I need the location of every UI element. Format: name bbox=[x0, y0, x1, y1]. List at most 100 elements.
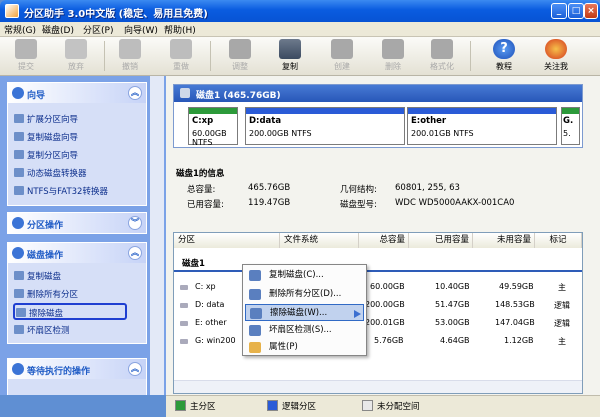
pending-ops-header[interactable]: 等待执行的操作 ︽ bbox=[8, 359, 146, 379]
model-label: 磁盘型号: bbox=[340, 200, 377, 210]
disk-partition-c[interactable]: C:xp 60.00GB NTFS bbox=[188, 107, 238, 147]
disk-partition-e[interactable]: E:other 200.01GB NTFS bbox=[407, 107, 557, 145]
menu-disk[interactable]: 磁盘(D) bbox=[42, 23, 74, 36]
legend-swatch bbox=[175, 400, 186, 411]
resize-button[interactable]: 调整 bbox=[222, 39, 258, 74]
wizard-item-icon bbox=[14, 150, 24, 159]
disk-icon bbox=[180, 88, 190, 98]
wipe-disk-icon bbox=[16, 308, 26, 317]
check-icon bbox=[15, 39, 37, 59]
legend-bar: 主分区 逻辑分区 未分配空间 bbox=[166, 395, 600, 417]
disk-op-delete-all[interactable]: 删除所有分区 bbox=[14, 288, 78, 300]
ctx-bad-sector-check[interactable]: 坏扇区检测(S)... bbox=[245, 322, 364, 339]
resize-disk-icon bbox=[229, 39, 251, 59]
discard-button[interactable]: 放弃 bbox=[58, 39, 94, 74]
disk-ops-header[interactable]: 磁盘操作 ︽ bbox=[8, 243, 146, 263]
wizard-dynamic-disk[interactable]: 动态磁盘转换器 bbox=[14, 167, 87, 179]
menu-general[interactable]: 常规(G) bbox=[4, 23, 36, 36]
delete-all-icon bbox=[249, 289, 261, 300]
column-header-filesystem[interactable]: 文件系统 bbox=[280, 233, 359, 248]
column-header-flag[interactable]: 标记 bbox=[535, 233, 582, 248]
minimize-button[interactable]: _ bbox=[551, 3, 567, 19]
wizard-extend-partition[interactable]: 扩展分区向导 bbox=[14, 113, 78, 125]
disk-map-header[interactable]: 磁盘1 (465.76GB) bbox=[174, 85, 582, 102]
delete-all-icon bbox=[14, 289, 24, 298]
ctx-properties[interactable]: 属性(P) bbox=[245, 339, 364, 356]
chevron-up-icon[interactable]: ︽ bbox=[128, 86, 142, 100]
logical-partition-stripe bbox=[408, 108, 556, 114]
table-hscrollbar[interactable] bbox=[174, 380, 582, 393]
partition-ops-icon bbox=[12, 217, 24, 229]
total-value: 465.76GB bbox=[248, 183, 291, 193]
copy-disk-icon bbox=[14, 271, 24, 280]
ctx-wipe-disk[interactable]: 擦除磁盘(W)... bbox=[245, 304, 364, 321]
app-icon bbox=[5, 4, 19, 18]
tutorial-button[interactable]: ? 教程 bbox=[486, 39, 522, 74]
disk-op-copy-disk[interactable]: 复制磁盘 bbox=[14, 270, 61, 282]
partition-icon bbox=[180, 339, 188, 344]
disk-ops-icon bbox=[12, 247, 24, 259]
toolbar-separator bbox=[210, 41, 211, 71]
delete-button[interactable]: 删除 bbox=[375, 39, 411, 74]
submit-button[interactable]: 提交 bbox=[8, 39, 44, 74]
menu-bar: 常规(G) 磁盘(D) 分区(P) 向导(W) 帮助(H) bbox=[0, 22, 600, 37]
copy-button[interactable]: 复制 bbox=[272, 39, 308, 74]
disk-partition-g[interactable]: G. 5. bbox=[561, 107, 580, 145]
partition-icon bbox=[180, 303, 188, 308]
wizard-copy-partition[interactable]: 复制分区向导 bbox=[14, 149, 78, 161]
chevron-down-icon[interactable]: ︾ bbox=[128, 216, 142, 230]
close-button[interactable]: × bbox=[584, 3, 598, 19]
title-bar: 分区助手 3.0中文版 (稳定、易用且免费) _ □ × bbox=[0, 0, 600, 22]
disk-info: 磁盘1的信息 总容量: 465.76GB 已用容量: 119.47GB 几何结构… bbox=[173, 165, 583, 225]
bad-sector-icon bbox=[249, 325, 261, 336]
format-button[interactable]: 格式化 bbox=[424, 39, 460, 74]
partition-ops-header[interactable]: 分区操作 ︾ bbox=[8, 213, 146, 233]
wizard-item-icon bbox=[14, 132, 24, 141]
table-group-disk1[interactable]: 磁盘1 bbox=[174, 257, 582, 272]
wizard-ntfs-fat32[interactable]: NTFS与FAT32转换器 bbox=[14, 185, 108, 197]
chevron-up-icon[interactable]: ︽ bbox=[128, 362, 142, 376]
legend-swatch bbox=[362, 400, 373, 411]
model-value: WDC WD5000AAKX-001CA0 bbox=[395, 198, 515, 208]
partition-table: 分区 文件系统 总容量 已用容量 未用容量 标记 磁盘1 C: xp 60.00… bbox=[173, 232, 583, 394]
wizard-item-icon bbox=[14, 168, 24, 177]
column-header-free[interactable]: 未用容量 bbox=[473, 233, 535, 248]
wizard-icon bbox=[12, 87, 24, 99]
x-icon bbox=[65, 39, 87, 59]
wizard-panel: 向导 ︽ 扩展分区向导 复制磁盘向导 复制分区向导 动态磁盘转换器 NTFS与F… bbox=[7, 82, 147, 206]
pending-ops-icon bbox=[12, 363, 24, 375]
column-header-used[interactable]: 已用容量 bbox=[409, 233, 473, 248]
column-header-partition[interactable]: 分区 bbox=[174, 233, 280, 248]
column-header-total[interactable]: 总容量 bbox=[359, 233, 409, 248]
chevron-up-icon[interactable]: ︽ bbox=[128, 246, 142, 260]
disk-partition-d[interactable]: D:data 200.00GB NTFS bbox=[245, 107, 405, 145]
task-pane: 向导 ︽ 扩展分区向导 复制磁盘向导 复制分区向导 动态磁盘转换器 NTFS与F… bbox=[0, 76, 166, 395]
wizard-copy-disk[interactable]: 复制磁盘向导 bbox=[14, 131, 78, 143]
pending-ops-panel: 等待执行的操作 ︽ bbox=[7, 358, 147, 395]
partition-ops-panel: 分区操作 ︾ bbox=[7, 212, 147, 234]
disk-op-bad-sector[interactable]: 坏扇区检测 bbox=[14, 324, 70, 336]
disk-info-title: 磁盘1的信息 bbox=[176, 169, 225, 179]
task-pane-scrollbar[interactable] bbox=[150, 76, 164, 395]
disk-op-wipe-disk[interactable]: 擦除磁盘 bbox=[13, 303, 127, 320]
wizard-panel-header[interactable]: 向导 ︽ bbox=[8, 83, 146, 103]
menu-wizard[interactable]: 向导(W) bbox=[124, 23, 158, 36]
wizard-item-icon bbox=[14, 186, 24, 195]
help-icon: ? bbox=[493, 39, 515, 59]
legend-unallocated: 未分配空间 bbox=[362, 400, 420, 414]
used-label: 已用容量: bbox=[187, 200, 224, 210]
redo-button[interactable]: 重做 bbox=[163, 39, 199, 74]
create-button[interactable]: 创建 bbox=[324, 39, 360, 74]
maximize-button[interactable]: □ bbox=[568, 3, 584, 19]
follow-me-button[interactable]: 关注我 bbox=[538, 39, 574, 74]
undo-button[interactable]: 撤销 bbox=[112, 39, 148, 74]
ctx-delete-all-partitions[interactable]: 删除所有分区(D)... bbox=[245, 286, 364, 303]
primary-partition-stripe bbox=[189, 108, 237, 114]
bad-sector-icon bbox=[14, 325, 24, 334]
menu-partition[interactable]: 分区(P) bbox=[83, 23, 113, 36]
properties-icon bbox=[249, 342, 261, 353]
logical-partition-stripe bbox=[246, 108, 404, 114]
pointer-arrow-icon bbox=[354, 310, 361, 318]
menu-help[interactable]: 帮助(H) bbox=[164, 23, 196, 36]
ctx-copy-disk[interactable]: 复制磁盘(C)... bbox=[245, 267, 364, 284]
